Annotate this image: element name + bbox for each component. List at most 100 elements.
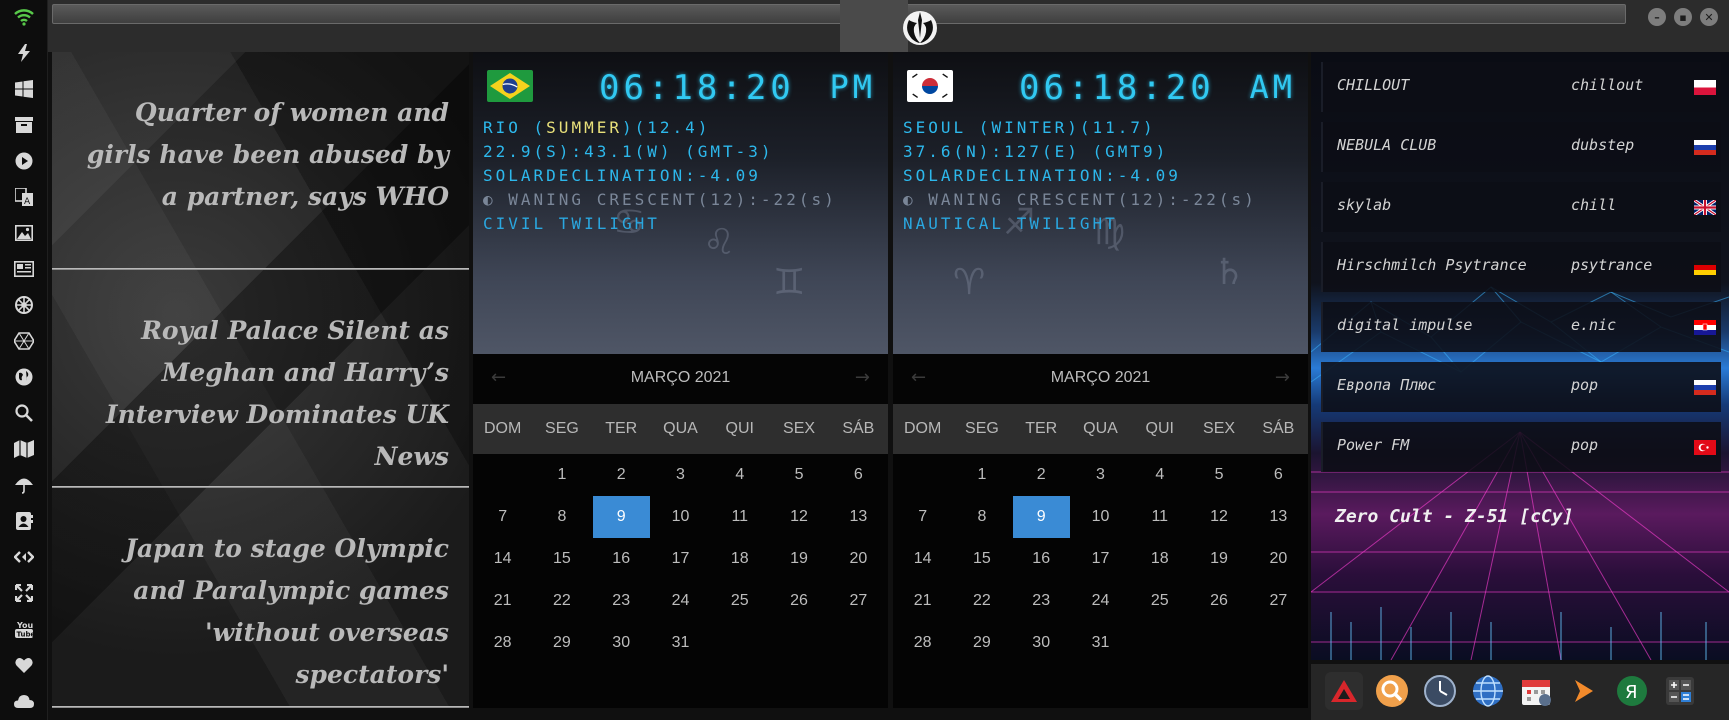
calendar-day[interactable]: 7 <box>893 496 952 538</box>
calendar-day[interactable]: 5 <box>1189 454 1248 496</box>
calendar-day[interactable]: 25 <box>710 580 769 622</box>
cloud-icon[interactable] <box>13 690 35 712</box>
calendar-day[interactable]: 17 <box>651 538 710 580</box>
globe-icon[interactable] <box>13 366 35 388</box>
calendar-day[interactable]: 31 <box>651 622 710 664</box>
calendar-day[interactable]: 29 <box>952 622 1011 664</box>
fullscreen-icon[interactable] <box>13 582 35 604</box>
next-month-icon[interactable]: → <box>1275 367 1290 388</box>
calendar-day[interactable]: 24 <box>1071 580 1130 622</box>
station-row[interactable]: Hirschmilch Psytrance psytrance <box>1321 242 1721 292</box>
calendar-day[interactable]: 8 <box>952 496 1011 538</box>
calendar-day[interactable]: 23 <box>592 580 651 622</box>
yandex-icon[interactable]: Я <box>1613 672 1651 710</box>
arcade-icon[interactable] <box>1325 672 1363 710</box>
bolt-icon[interactable] <box>13 42 35 64</box>
calendar-day[interactable]: 10 <box>1071 496 1130 538</box>
calendar-day[interactable]: 4 <box>710 454 769 496</box>
calendar-day[interactable]: 7 <box>473 496 532 538</box>
calendar-day[interactable]: 16 <box>1012 538 1071 580</box>
station-row[interactable]: Power FM pop <box>1321 422 1721 472</box>
news-icon[interactable] <box>13 258 35 280</box>
heart-icon[interactable] <box>13 654 35 676</box>
calendar-day[interactable]: 28 <box>893 622 952 664</box>
calendar-day[interactable]: 3 <box>651 454 710 496</box>
minimize-button[interactable]: – <box>1648 8 1666 26</box>
calendar-day[interactable]: 21 <box>473 580 532 622</box>
news-headline[interactable]: Quarter of women and girls have been abu… <box>79 92 449 218</box>
calendar-day[interactable]: 16 <box>592 538 651 580</box>
station-row[interactable]: skylab chill <box>1321 182 1721 232</box>
calendar-day[interactable]: 26 <box>769 580 828 622</box>
calendar-day[interactable]: 10 <box>651 496 710 538</box>
calendar-day[interactable]: 13 <box>1249 496 1308 538</box>
archive-icon[interactable] <box>13 114 35 136</box>
map-icon[interactable] <box>13 438 35 460</box>
youtube-icon[interactable]: You Tube <box>13 618 35 640</box>
calendar-day[interactable]: 26 <box>1189 580 1248 622</box>
contacts-icon[interactable] <box>13 510 35 532</box>
calendar-day[interactable]: 27 <box>829 580 888 622</box>
calendar-day[interactable]: 8 <box>532 496 591 538</box>
top-input-strip[interactable] <box>52 4 1626 24</box>
calendar-day[interactable]: 15 <box>532 538 591 580</box>
calendar-app-icon[interactable] <box>1517 672 1555 710</box>
calendar-day[interactable]: 22 <box>532 580 591 622</box>
calendar-day[interactable]: 3 <box>1071 454 1130 496</box>
station-row[interactable]: NEBULA CLUB dubstep <box>1321 122 1721 172</box>
calendar-day[interactable]: 1 <box>532 454 591 496</box>
calendar-day[interactable]: 19 <box>769 538 828 580</box>
calendar-day[interactable]: 18 <box>1130 538 1189 580</box>
calendar-day[interactable]: 19 <box>1189 538 1248 580</box>
code-icon[interactable] <box>13 546 35 568</box>
calendar-day[interactable]: 12 <box>1189 496 1248 538</box>
calendar-day[interactable]: 30 <box>592 622 651 664</box>
news-headline[interactable]: Japan to stage Olympic and Paralympic ga… <box>79 528 449 696</box>
station-row[interactable]: CHILLOUT chillout <box>1321 62 1721 112</box>
calculator-icon[interactable] <box>1661 672 1699 710</box>
calendar-day[interactable]: 1 <box>952 454 1011 496</box>
calendar-day[interactable]: 13 <box>829 496 888 538</box>
calendar-day[interactable]: 14 <box>893 538 952 580</box>
calendar-day[interactable]: 31 <box>1071 622 1130 664</box>
calendar-day[interactable]: 2 <box>1012 454 1071 496</box>
next-month-icon[interactable]: → <box>855 367 870 388</box>
image-icon[interactable] <box>13 222 35 244</box>
calendar-day[interactable]: 25 <box>1130 580 1189 622</box>
translate-icon[interactable]: A <box>13 186 35 208</box>
calendar-day[interactable]: 27 <box>1249 580 1308 622</box>
calendar-day[interactable]: 20 <box>829 538 888 580</box>
calendar-day[interactable]: 18 <box>710 538 769 580</box>
empire-icon[interactable] <box>13 294 35 316</box>
windows-icon[interactable] <box>13 78 35 100</box>
calendar-day[interactable]: 6 <box>1249 454 1308 496</box>
calendar-day[interactable]: 17 <box>1071 538 1130 580</box>
calendar-day-today[interactable]: 9 <box>592 496 650 538</box>
calendar-day[interactable]: 23 <box>1012 580 1071 622</box>
calendar-day[interactable]: 15 <box>952 538 1011 580</box>
close-button[interactable]: ✕ <box>1700 8 1718 26</box>
calendar-day[interactable]: 11 <box>1130 496 1189 538</box>
atom-icon[interactable] <box>13 330 35 352</box>
wifi-icon[interactable] <box>13 6 35 28</box>
clock-app-icon[interactable] <box>1421 672 1459 710</box>
calendar-day[interactable]: 21 <box>893 580 952 622</box>
search-icon[interactable] <box>13 402 35 424</box>
calendar-day[interactable]: 14 <box>473 538 532 580</box>
calendar-day-today[interactable]: 9 <box>1012 496 1070 538</box>
news-headline[interactable]: Royal Palace Silent as Meghan and Harry’… <box>79 310 449 478</box>
calendar-day[interactable]: 12 <box>769 496 828 538</box>
maximize-button[interactable]: ▪ <box>1674 8 1692 26</box>
umbrella-icon[interactable] <box>13 474 35 496</box>
calendar-day[interactable]: 6 <box>829 454 888 496</box>
globe-app-icon[interactable] <box>1469 672 1507 710</box>
calendar-day[interactable]: 29 <box>532 622 591 664</box>
calendar-day[interactable]: 2 <box>592 454 651 496</box>
calendar-day[interactable]: 4 <box>1130 454 1189 496</box>
search-app-icon[interactable] <box>1373 672 1411 710</box>
station-row[interactable]: Европа Плюс pop <box>1321 362 1721 412</box>
calendar-day[interactable]: 24 <box>651 580 710 622</box>
emblem-tab[interactable] <box>840 0 908 52</box>
calendar-day[interactable]: 11 <box>710 496 769 538</box>
calendar-day[interactable]: 22 <box>952 580 1011 622</box>
